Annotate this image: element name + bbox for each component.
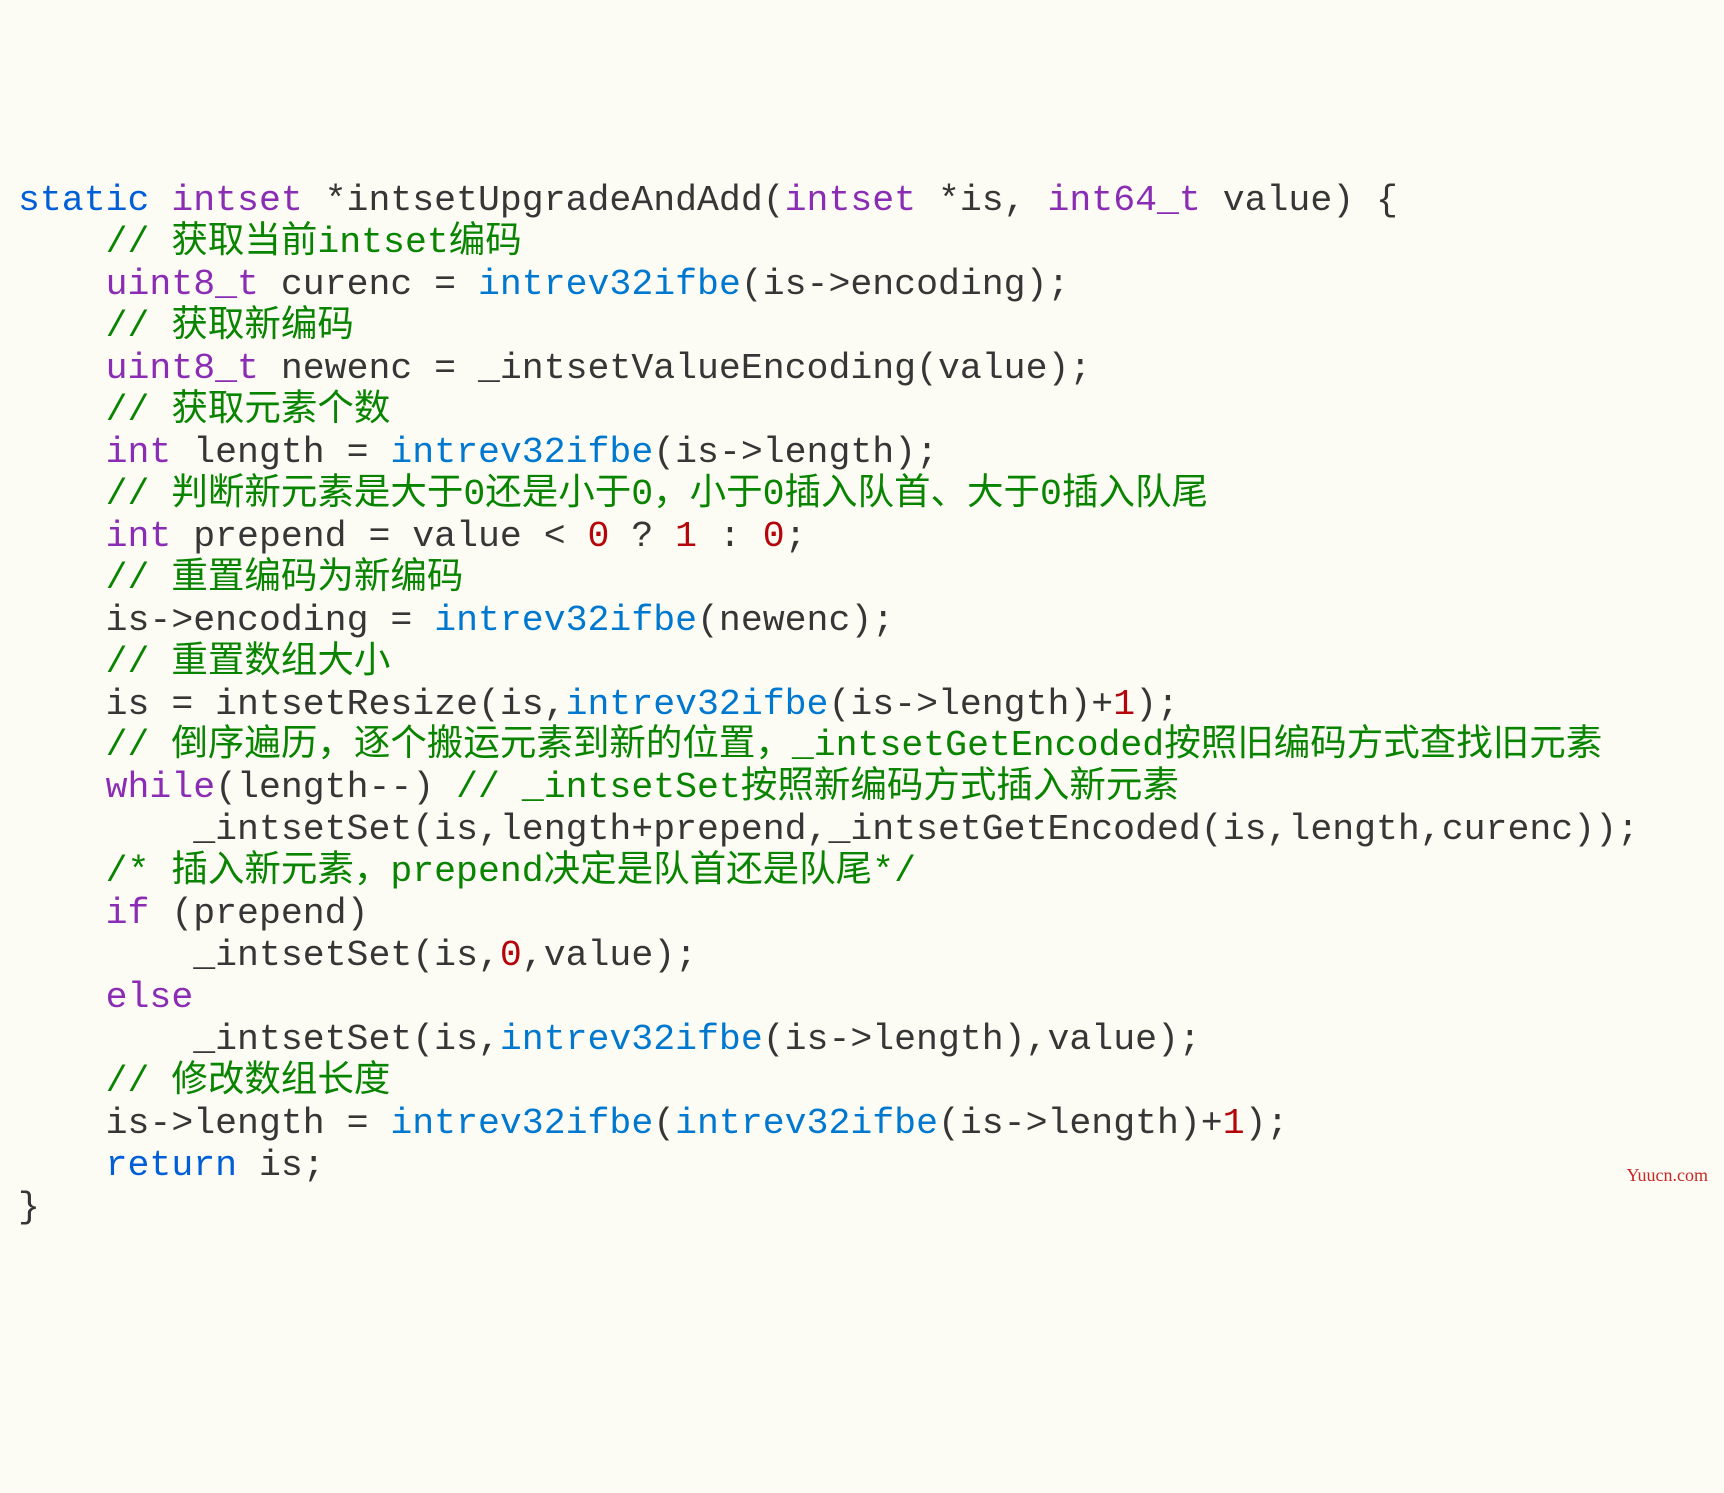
token-com: // 修改数组长度 xyxy=(106,1061,391,1102)
token-txt: ( xyxy=(653,1103,675,1144)
token-txt: length = xyxy=(171,432,390,473)
token-num: 0 xyxy=(588,516,610,557)
code-line: uint8_t newenc = _intsetValueEncoding(va… xyxy=(18,348,1706,390)
code-line: int length = intrev32ifbe(is->length); xyxy=(18,432,1706,474)
token-txt: value) { xyxy=(1201,180,1398,221)
token-txt xyxy=(149,180,171,221)
token-type: if xyxy=(106,893,150,934)
token-fn: intrev32ifbe xyxy=(434,600,697,641)
token-txt: is = intsetResize(is, xyxy=(106,684,566,725)
token-com: // 判断新元素是大于0还是小于0，小于0插入队首、大于0插入队尾 xyxy=(106,474,1208,515)
token-fn: intrev32ifbe xyxy=(675,1103,938,1144)
token-txt: (length--) xyxy=(215,767,456,808)
token-txt: (prepend) xyxy=(149,893,368,934)
code-line: uint8_t curenc = intrev32ifbe(is->encodi… xyxy=(18,264,1706,306)
token-com: // _intsetSet按照新编码方式插入新元素 xyxy=(456,767,1179,808)
token-txt: *is, xyxy=(916,180,1047,221)
token-txt: is->encoding = xyxy=(106,600,435,641)
token-fn: intrev32ifbe xyxy=(390,432,653,473)
token-com: // 重置数组大小 xyxy=(106,642,391,683)
token-com: // 获取当前intset编码 xyxy=(106,222,522,263)
watermark: Yuucn.com xyxy=(1627,1165,1708,1186)
token-txt: is; xyxy=(237,1145,325,1186)
code-line: // 获取当前intset编码 xyxy=(18,222,1706,264)
code-line: // 判断新元素是大于0还是小于0，小于0插入队首、大于0插入队尾 xyxy=(18,474,1706,516)
token-txt: _intsetSet(is, xyxy=(193,935,500,976)
token-txt: *intsetUpgradeAndAdd( xyxy=(303,180,785,221)
code-line: } xyxy=(18,1187,1706,1229)
token-num: 0 xyxy=(500,935,522,976)
token-type: intset xyxy=(785,180,916,221)
code-line: is->length = intrev32ifbe(intrev32ifbe(i… xyxy=(18,1103,1706,1145)
code-line: // 倒序遍历，逐个搬运元素到新的位置，_intsetGetEncoded按照旧… xyxy=(18,725,1706,767)
token-com: // 获取新编码 xyxy=(106,306,354,347)
code-line: static intset *intsetUpgradeAndAdd(intse… xyxy=(18,180,1706,222)
token-com: /* 插入新元素，prepend决定是队首还是队尾*/ xyxy=(106,851,916,892)
code-line: is->encoding = intrev32ifbe(newenc); xyxy=(18,600,1706,642)
token-type: int xyxy=(106,432,172,473)
token-kw: return xyxy=(106,1145,237,1186)
token-txt: curenc = xyxy=(259,264,478,305)
token-fn: intrev32ifbe xyxy=(500,1019,763,1060)
token-txt: ); xyxy=(1245,1103,1289,1144)
code-line: // 修改数组长度 xyxy=(18,1061,1706,1103)
token-com: // 重置编码为新编码 xyxy=(106,558,464,599)
token-txt: } xyxy=(18,1187,40,1228)
token-txt: prepend = value < xyxy=(171,516,587,557)
code-line: /* 插入新元素，prepend决定是队首还是队尾*/ xyxy=(18,851,1706,893)
token-txt: ,value); xyxy=(522,935,697,976)
token-type: while xyxy=(106,767,216,808)
token-txt: is->length = xyxy=(106,1103,391,1144)
token-num: 0 xyxy=(763,516,785,557)
code-line: _intsetSet(is,intrev32ifbe(is->length),v… xyxy=(18,1019,1706,1061)
token-num: 1 xyxy=(675,516,697,557)
token-txt: (newenc); xyxy=(697,600,894,641)
token-type: int xyxy=(106,516,172,557)
token-txt: (is->length)+ xyxy=(938,1103,1223,1144)
token-txt: (is->length); xyxy=(653,432,938,473)
token-txt: newenc = _intsetValueEncoding(value); xyxy=(259,348,1091,389)
token-fn: intrev32ifbe xyxy=(566,684,829,725)
code-line: // 重置编码为新编码 xyxy=(18,558,1706,600)
token-type: uint8_t xyxy=(106,348,259,389)
token-type: int64_t xyxy=(1047,180,1200,221)
token-fn: intrev32ifbe xyxy=(478,264,741,305)
token-txt: ); xyxy=(1135,684,1179,725)
token-txt: (is->length),value); xyxy=(763,1019,1201,1060)
token-txt: _intsetSet(is,length+prepend,_intsetGetE… xyxy=(193,809,1639,850)
token-com: // 获取元素个数 xyxy=(106,390,391,431)
token-fn: intrev32ifbe xyxy=(390,1103,653,1144)
code-line: else xyxy=(18,977,1706,1019)
token-num: 1 xyxy=(1113,684,1135,725)
token-num: 1 xyxy=(1223,1103,1245,1144)
token-txt: _intsetSet(is, xyxy=(193,1019,500,1060)
code-line: is = intsetResize(is,intrev32ifbe(is->le… xyxy=(18,684,1706,726)
code-line: _intsetSet(is,0,value); xyxy=(18,935,1706,977)
token-com: // 倒序遍历，逐个搬运元素到新的位置，_intsetGetEncoded按照旧… xyxy=(106,725,1603,766)
token-txt: (is->encoding); xyxy=(741,264,1070,305)
token-type: uint8_t xyxy=(106,264,259,305)
token-type: intset xyxy=(171,180,302,221)
token-type: else xyxy=(106,977,194,1018)
code-block: static intset *intsetUpgradeAndAdd(intse… xyxy=(18,180,1706,1229)
code-line: if (prepend) xyxy=(18,893,1706,935)
token-txt: ? xyxy=(609,516,675,557)
code-line: _intsetSet(is,length+prepend,_intsetGetE… xyxy=(18,809,1706,851)
token-txt: : xyxy=(697,516,763,557)
token-txt: ; xyxy=(785,516,807,557)
token-txt: (is->length)+ xyxy=(828,684,1113,725)
code-line: // 重置数组大小 xyxy=(18,642,1706,684)
code-line: // 获取新编码 xyxy=(18,306,1706,348)
code-line: while(length--) // _intsetSet按照新编码方式插入新元… xyxy=(18,767,1706,809)
code-line: return is; xyxy=(18,1145,1706,1187)
code-line: int prepend = value < 0 ? 1 : 0; xyxy=(18,516,1706,558)
code-line: // 获取元素个数 xyxy=(18,390,1706,432)
token-kw: static xyxy=(18,180,149,221)
